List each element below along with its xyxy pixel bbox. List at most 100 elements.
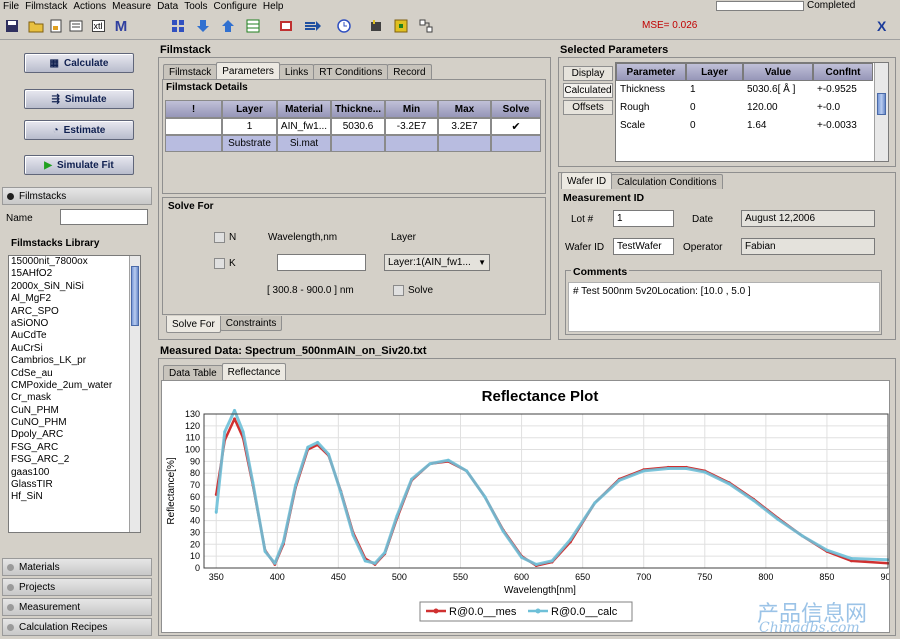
library-item[interactable]: Dpoly_ARC <box>9 429 140 441</box>
library-item[interactable]: AuCdTe <box>9 330 140 342</box>
grid-icon[interactable] <box>170 18 186 34</box>
menu-filmstack[interactable]: Filmstack <box>22 1 70 12</box>
n-checkbox[interactable] <box>214 232 225 243</box>
accordion-calculation-recipes[interactable]: Calculation Recipes <box>2 618 152 636</box>
close-icon[interactable]: X <box>877 18 886 34</box>
library-item[interactable]: Cr_mask <box>9 392 140 404</box>
menu-help[interactable]: Help <box>260 1 287 12</box>
library-item[interactable]: CMPoxide_2um_water <box>9 380 140 392</box>
run-icon[interactable] <box>278 18 294 34</box>
library-item[interactable]: Hf_SiN <box>9 491 140 503</box>
cell-thickness[interactable]: 5030.6 <box>331 118 385 135</box>
parameters-scrollbar[interactable] <box>874 63 888 161</box>
cell-layer[interactable]: 1 <box>222 118 277 135</box>
data-point-calc <box>351 533 355 537</box>
tab-wafer-id[interactable]: Wafer ID <box>561 172 613 189</box>
data-point-calc <box>642 469 646 473</box>
tab-solve-for[interactable]: Solve For <box>166 316 221 333</box>
cell-flag[interactable] <box>165 118 222 135</box>
lot-input[interactable]: 1 <box>613 210 674 227</box>
tab-links[interactable]: Links <box>278 64 315 79</box>
accordion-measurement[interactable]: Measurement <box>2 598 152 616</box>
library-item[interactable]: FSG_ARC_2 <box>9 454 140 466</box>
tab-reflectance[interactable]: Reflectance <box>221 363 287 380</box>
table-icon[interactable] <box>245 18 261 34</box>
data-point-calc <box>752 499 756 502</box>
save-icon[interactable] <box>4 18 20 34</box>
tab-parameters[interactable]: Parameters <box>216 62 280 79</box>
library-item[interactable]: aSiONO <box>9 318 140 330</box>
data-point-calc <box>339 490 343 494</box>
tab-calculation-conditions[interactable]: Calculation Conditions <box>611 174 723 189</box>
library-item[interactable]: GlassTIR <box>9 479 140 491</box>
comments-textarea[interactable]: # Test 500nm 5v20Location: [10.0 , 5.0 ] <box>568 282 880 332</box>
library-scrollbar[interactable] <box>129 256 140 532</box>
cell-material[interactable]: AIN_fw1... <box>277 118 331 135</box>
data-point-calc <box>727 482 731 486</box>
accordion-projects[interactable]: Projects <box>2 578 152 596</box>
menu-measure[interactable]: Measure <box>109 1 154 12</box>
simulate-icon[interactable] <box>303 18 323 34</box>
date-label: Date <box>692 214 714 225</box>
library-item[interactable]: 2000x_SiN_NiSi <box>9 281 140 293</box>
library-item[interactable]: 15000nit_7800ox <box>9 256 140 268</box>
chip-icon[interactable] <box>393 18 409 34</box>
k-checkbox[interactable] <box>214 258 225 269</box>
data-point-calc <box>685 467 688 470</box>
library-item[interactable]: FSG_ARC <box>9 442 140 454</box>
estimate-button[interactable]: ◔ Estimate <box>24 120 134 140</box>
solve-wavelength-checkbox[interactable] <box>393 285 404 296</box>
clock-icon[interactable] <box>336 18 352 34</box>
accordion-materials[interactable]: Materials <box>2 558 152 576</box>
calculated-button[interactable]: Calculated <box>563 83 613 98</box>
open-icon[interactable] <box>28 18 44 34</box>
menu-tools[interactable]: Tools <box>181 1 210 12</box>
calculate-button[interactable]: ▦ Calculate <box>24 53 134 73</box>
offsets-button[interactable]: Offsets <box>563 100 613 115</box>
tab-filmstack[interactable]: Filmstack <box>163 64 218 79</box>
xtl-icon[interactable]: xtl <box>88 18 108 34</box>
display-button[interactable]: Display <box>563 66 613 81</box>
library-item[interactable]: CdSe_au <box>9 368 140 380</box>
down-arrow-icon[interactable] <box>195 18 211 34</box>
stack-icon[interactable] <box>68 18 84 34</box>
new-file-icon[interactable] <box>48 18 64 34</box>
layer-select[interactable]: Layer:1(AIN_fw1... ▼ <box>384 254 490 271</box>
name-input[interactable] <box>60 209 148 225</box>
menu-actions[interactable]: Actions <box>70 1 109 12</box>
tab-record[interactable]: Record <box>387 64 432 79</box>
layer-label: Layer <box>391 232 417 243</box>
legend-marker-mes <box>433 608 439 614</box>
filmstacks-library-list[interactable]: 15000nit_7800ox 15AHfO2 2000x_SiN_NiSi Al_M… <box>8 255 141 533</box>
tools-icon[interactable] <box>368 18 384 34</box>
library-item[interactable]: ARC_SPO <box>9 306 140 318</box>
solve-checkbox[interactable]: ✔ <box>491 118 541 135</box>
x-tick-label: 550 <box>453 572 468 582</box>
library-item[interactable]: 15AHfO2 <box>9 268 140 280</box>
tab-data-table[interactable]: Data Table <box>163 365 223 380</box>
wafer-id-input[interactable]: TestWafer <box>613 238 674 255</box>
cell-max[interactable]: 3.2E7 <box>438 118 491 135</box>
accordion-filmstacks[interactable]: Filmstacks <box>2 187 152 205</box>
library-item[interactable]: CuNO_PHM <box>9 417 140 429</box>
scrollbar-thumb[interactable] <box>877 93 886 115</box>
wavelength-input[interactable] <box>277 254 366 271</box>
menu-configure[interactable]: Configure <box>211 1 260 12</box>
tab-constraints[interactable]: Constraints <box>219 316 283 331</box>
simulate-fit-button[interactable]: ▶ Simulate Fit <box>24 155 134 175</box>
library-item[interactable]: Al_MgF2 <box>9 293 140 305</box>
cell-min[interactable]: -3.2E7 <box>385 118 438 135</box>
tab-rt-conditions[interactable]: RT Conditions <box>313 64 389 79</box>
m-icon[interactable]: M <box>113 18 129 35</box>
library-item[interactable]: AuCrSi <box>9 343 140 355</box>
library-item[interactable]: Cambrios_LK_pr <box>9 355 140 367</box>
network-icon[interactable] <box>418 18 434 34</box>
up-arrow-icon[interactable] <box>220 18 236 34</box>
menu-data[interactable]: Data <box>154 1 181 12</box>
data-point-calc <box>273 561 277 565</box>
library-item[interactable]: CuN_PHM <box>9 405 140 417</box>
library-item[interactable]: gaas100 <box>9 467 140 479</box>
scrollbar-thumb[interactable] <box>131 266 139 326</box>
simulate-button[interactable]: ⇶ Simulate <box>24 89 134 109</box>
menu-file[interactable]: File <box>0 1 22 12</box>
